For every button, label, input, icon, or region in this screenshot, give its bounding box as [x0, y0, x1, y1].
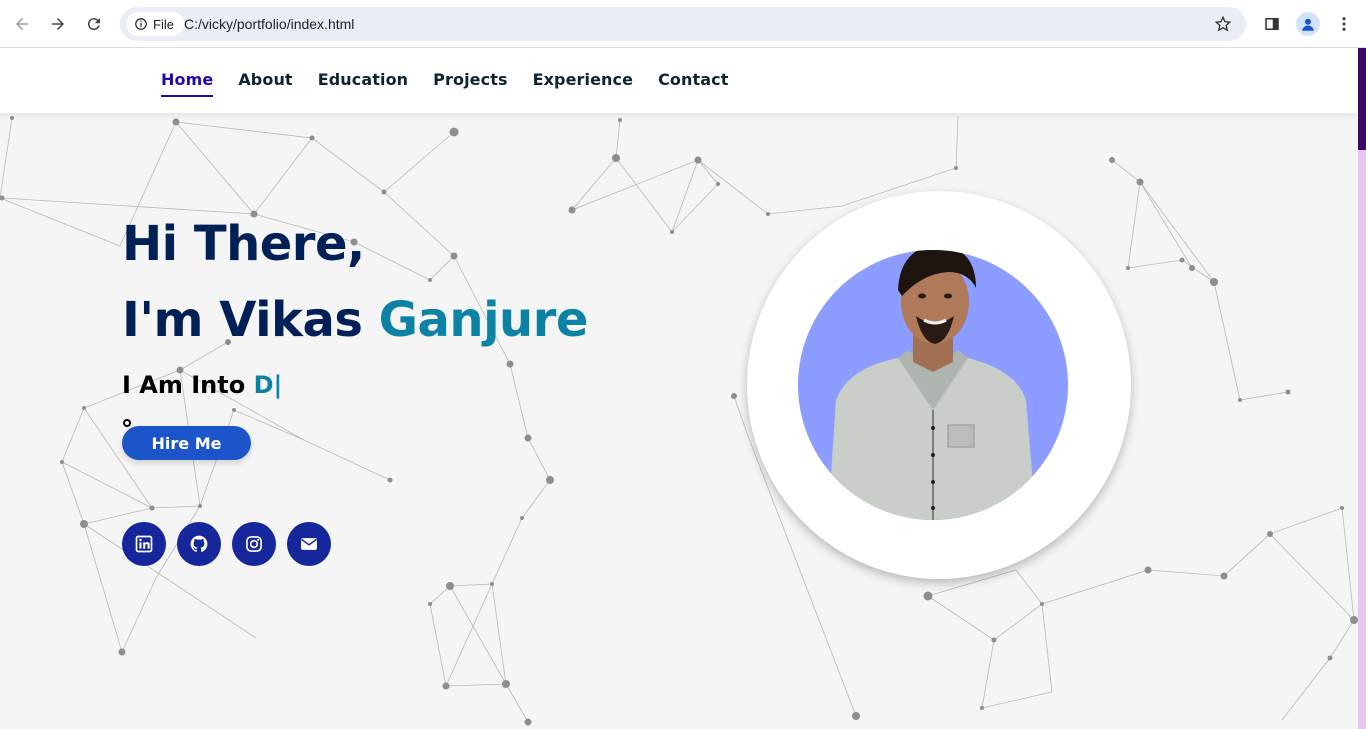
typed-prefix: I Am Into — [122, 371, 254, 399]
main-menu: Home About Education Projects Experience… — [161, 70, 729, 97]
page-scrollbar[interactable] — [1358, 48, 1366, 729]
star-icon[interactable] — [1214, 15, 1232, 33]
side-panel-icon[interactable] — [1260, 12, 1284, 36]
url-text[interactable]: C:/vicky/portfolio/index.html — [184, 16, 354, 32]
social-links — [122, 522, 331, 566]
mouse-cursor-icon — [123, 419, 131, 427]
linkedin-icon[interactable] — [122, 522, 166, 566]
typed-text: D| — [253, 371, 283, 399]
nav-link-experience[interactable]: Experience — [533, 70, 634, 97]
profile-icon[interactable] — [1296, 12, 1320, 36]
forward-icon[interactable] — [46, 12, 70, 36]
nav-link-education[interactable]: Education — [318, 70, 408, 97]
github-icon[interactable] — [177, 522, 221, 566]
envelope-icon[interactable] — [287, 522, 331, 566]
hire-me-button[interactable]: Hire Me — [122, 426, 251, 460]
site-navbar: Home About Education Projects Experience… — [0, 48, 1358, 113]
site-chip-label: File — [153, 16, 174, 32]
nav-link-about[interactable]: About — [238, 70, 292, 97]
address-bar[interactable]: File C:/vicky/portfolio/index.html — [120, 7, 1246, 41]
nav-link-projects[interactable]: Projects — [433, 70, 507, 97]
info-icon — [135, 18, 147, 30]
profile-photo-frame — [747, 191, 1131, 579]
more-icon[interactable] — [1332, 12, 1356, 36]
hero-greeting: Hi There, — [122, 216, 365, 272]
reload-icon[interactable] — [82, 12, 106, 36]
nav-link-home[interactable]: Home — [161, 70, 214, 97]
back-icon[interactable] — [10, 12, 34, 36]
profile-photo — [798, 250, 1068, 520]
hero-intro: I'm Vikas Ganjure — [122, 292, 588, 348]
hero-intro-text: I'm Vikas — [122, 292, 379, 348]
site-info-chip[interactable]: File — [126, 12, 184, 36]
browser-toolbar: File C:/vicky/portfolio/index.html — [0, 0, 1366, 48]
hero-name-accent: Ganjure — [378, 292, 589, 348]
hero-typed-line: I Am Into D| — [122, 371, 282, 399]
scrollbar-thumb[interactable] — [1358, 48, 1366, 150]
portfolio-page: Home About Education Projects Experience… — [0, 48, 1358, 729]
instagram-icon[interactable] — [232, 522, 276, 566]
nav-link-contact[interactable]: Contact — [658, 70, 728, 97]
